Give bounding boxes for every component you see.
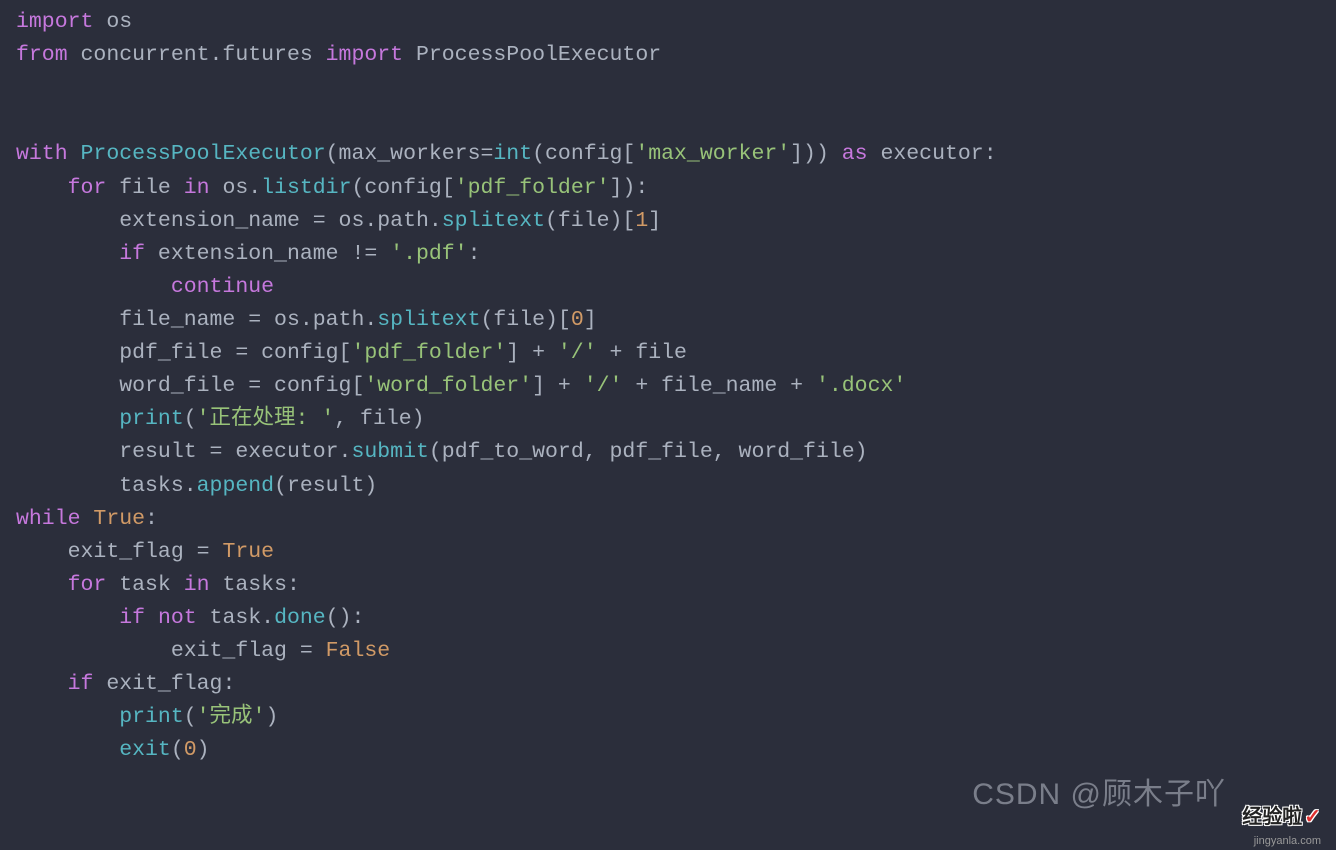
code-line: import os <box>16 10 132 34</box>
code-line: if extension_name != '.pdf': <box>16 242 481 266</box>
code-line: if exit_flag: <box>16 672 235 696</box>
code-line: print('正在处理: ', file) <box>16 407 425 431</box>
code-line: continue <box>16 275 274 299</box>
code-line: for task in tasks: <box>16 573 300 597</box>
code-block: import os from concurrent.futures import… <box>0 0 1336 774</box>
code-line: exit(0) <box>16 738 210 762</box>
code-line: file_name = os.path.splitext(file)[0] <box>16 308 597 332</box>
code-line: with ProcessPoolExecutor(max_workers=int… <box>16 142 997 166</box>
watermark-csdn: CSDN @顾木子吖 <box>972 772 1226 818</box>
code-line: while True: <box>16 507 158 531</box>
code-line: pdf_file = config['pdf_folder'] + '/' + … <box>16 341 687 365</box>
code-line: from concurrent.futures import ProcessPo… <box>16 43 661 67</box>
watermark-url: jingyanla.com <box>1254 833 1321 850</box>
code-line: exit_flag = True <box>16 540 274 564</box>
code-line: result = executor.submit(pdf_to_word, pd… <box>16 440 868 464</box>
code-line: word_file = config['word_folder'] + '/' … <box>16 374 906 398</box>
code-line: tasks.append(result) <box>16 474 377 498</box>
check-icon: ✓ <box>1304 806 1321 828</box>
code-line: print('完成') <box>16 705 278 729</box>
code-line: extension_name = os.path.splitext(file)[… <box>16 209 661 233</box>
code-line: if not task.done(): <box>16 606 364 630</box>
code-line: exit_flag = False <box>16 639 390 663</box>
watermark-brand: 经验啦✓ <box>1242 802 1321 833</box>
code-line: for file in os.listdir(config['pdf_folde… <box>16 176 648 200</box>
